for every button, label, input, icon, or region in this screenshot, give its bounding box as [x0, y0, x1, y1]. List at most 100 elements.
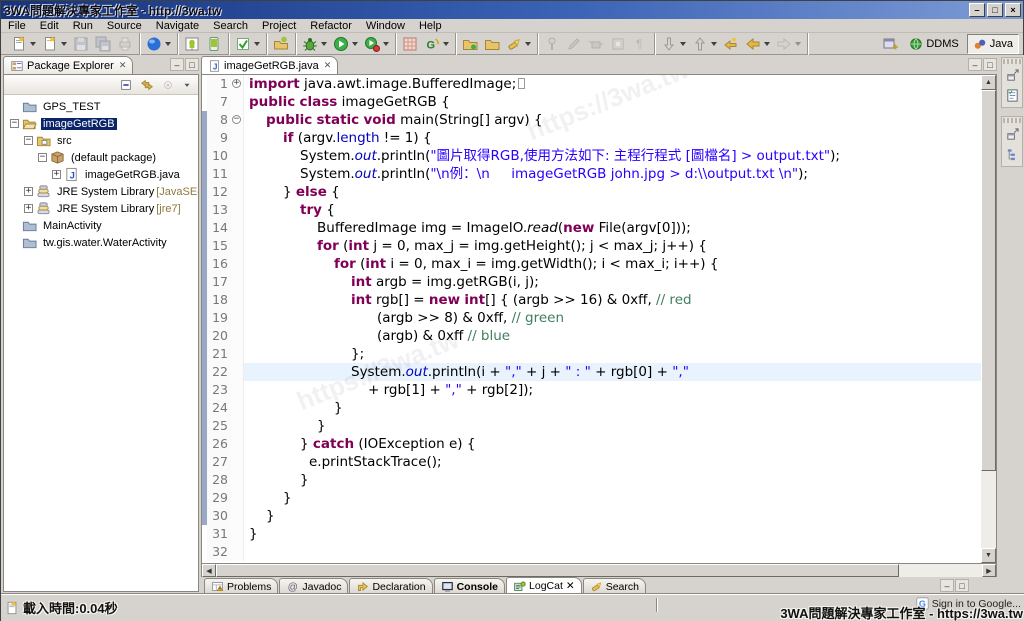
code-line-15[interactable]: 15for (int j = 0, max_j = img.getHeight(… [202, 237, 981, 255]
code-line-13[interactable]: 13try { [202, 201, 981, 219]
bottom-tab-problems[interactable]: Problems [204, 578, 278, 594]
code-line-27[interactable]: 27e.printStackTrace(); [202, 453, 981, 471]
dropdown-caret-icon[interactable] [30, 42, 36, 46]
line-number[interactable]: 21 [207, 345, 231, 363]
run-button[interactable] [330, 34, 361, 54]
code-line-23[interactable]: 23+ rgb[1] + "," + rgb[2]); [202, 381, 981, 399]
dropdown-caret-icon[interactable] [383, 42, 389, 46]
externalize-button[interactable] [585, 34, 607, 54]
mark-occurrences-button[interactable] [563, 34, 585, 54]
dropdown-caret-icon[interactable] [680, 42, 686, 46]
tree-item-gps-test[interactable]: GPS_TEST [4, 98, 198, 115]
open-perspective-button[interactable] [879, 34, 901, 54]
show-whitespace-button[interactable]: ¶ [629, 34, 651, 54]
new-android-project-button[interactable] [270, 34, 292, 54]
perspective-java[interactable]: Java [967, 34, 1019, 54]
line-number[interactable]: 16 [207, 255, 231, 273]
line-number[interactable]: 8 [207, 111, 231, 129]
back-button[interactable] [742, 34, 773, 54]
minimize-bottom-button[interactable]: – [940, 579, 954, 592]
code-line-18[interactable]: 18int rgb[] = new int[] { (argb >> 16) &… [202, 291, 981, 309]
menu-edit[interactable]: Edit [33, 19, 66, 33]
prev-annotation-button[interactable] [689, 34, 720, 54]
save-all-button[interactable] [92, 34, 114, 54]
dropdown-caret-icon[interactable] [525, 42, 531, 46]
vertical-scrollbar[interactable]: ▲ ▼ [981, 75, 996, 563]
scroll-up-icon[interactable]: ▲ [981, 75, 996, 90]
menu-navigate[interactable]: Navigate [149, 19, 206, 33]
tree-item-default-package[interactable]: −(default package) [4, 149, 198, 166]
code-line-29[interactable]: 29} [202, 489, 981, 507]
close-view-icon[interactable]: ✕ [566, 580, 575, 592]
rail-handle[interactable] [1003, 59, 1021, 64]
code-line-17[interactable]: 17int argb = img.getRGB(i, j); [202, 273, 981, 291]
perspective-ddms[interactable]: DDMS [903, 34, 964, 54]
bottom-tab-console[interactable]: Console [434, 578, 505, 594]
line-number[interactable]: 23 [207, 381, 231, 399]
maximize-bottom-button[interactable]: □ [955, 579, 969, 592]
dropdown-caret-icon[interactable] [352, 42, 358, 46]
maximize-view-button[interactable]: □ [185, 58, 199, 71]
code-line-8[interactable]: 8−public static void main(String[] argv)… [202, 111, 981, 129]
line-number[interactable]: 7 [207, 93, 231, 111]
line-number[interactable]: 30 [207, 507, 231, 525]
tree-item-jre-system-library-javase-1-7[interactable]: +JRE System Library [JavaSE-1.7] [4, 183, 198, 200]
line-number[interactable]: 12 [207, 183, 231, 201]
dropdown-caret-icon[interactable] [764, 42, 770, 46]
outline-icon[interactable] [1003, 145, 1022, 164]
line-number[interactable]: 9 [207, 129, 231, 147]
line-number[interactable]: 17 [207, 273, 231, 291]
code-line-10[interactable]: 10System.out.println("圖片取得RGB,使用方法如下: 主程… [202, 147, 981, 165]
menu-search[interactable]: Search [206, 19, 255, 33]
fold-collapse-icon[interactable]: − [232, 115, 241, 124]
line-number[interactable]: 26 [207, 435, 231, 453]
open-type-button[interactable] [459, 34, 481, 54]
code-line-19[interactable]: 19(argb >> 8) & 0xff, // green [202, 309, 981, 327]
minimize-editor-button[interactable]: – [968, 58, 982, 71]
vscroll-thumb[interactable] [981, 90, 996, 471]
dropdown-caret-icon[interactable] [61, 42, 67, 46]
line-number[interactable]: 15 [207, 237, 231, 255]
forward-button[interactable] [773, 34, 804, 54]
line-number[interactable]: 14 [207, 219, 231, 237]
verify-button[interactable] [232, 34, 263, 54]
tree-item-mainactivity[interactable]: MainActivity [4, 217, 198, 234]
menu-file[interactable]: File [1, 19, 33, 33]
code-line-26[interactable]: 26} catch (IOException e) { [202, 435, 981, 453]
sync-button[interactable]: G [421, 34, 452, 54]
dropdown-caret-icon[interactable] [443, 42, 449, 46]
rail-handle[interactable] [1003, 118, 1021, 123]
line-number[interactable]: 32 [207, 543, 231, 561]
maximize-editor-button[interactable]: □ [983, 58, 997, 71]
view-menu-icon[interactable] [180, 78, 194, 92]
dropdown-caret-icon[interactable] [165, 42, 171, 46]
close-view-icon[interactable]: ✕ [119, 60, 127, 71]
code-line-7[interactable]: 7public class imageGetRGB { [202, 93, 981, 111]
collapse-icon[interactable]: − [10, 119, 19, 128]
line-number[interactable]: 27 [207, 453, 231, 471]
search-button[interactable] [503, 34, 534, 54]
tab-package-explorer[interactable]: Package Explorer ✕ [3, 56, 133, 74]
menu-refactor[interactable]: Refactor [303, 19, 359, 33]
tree-item-imagegetrgb-java[interactable]: +JimageGetRGB.java [4, 166, 198, 183]
dropdown-caret-icon[interactable] [321, 42, 327, 46]
code-line-31[interactable]: 31} [202, 525, 981, 543]
line-number[interactable]: 29 [207, 489, 231, 507]
focus-button[interactable] [159, 76, 177, 94]
pin-editor-button[interactable] [541, 34, 563, 54]
code-line-20[interactable]: 20(argb) & 0xff // blue [202, 327, 981, 345]
last-edit-button[interactable] [720, 34, 742, 54]
line-number[interactable]: 13 [207, 201, 231, 219]
line-number[interactable]: 18 [207, 291, 231, 309]
task-list-icon[interactable] [1003, 86, 1022, 105]
sdk-manager-button[interactable] [181, 34, 203, 54]
code-line-12[interactable]: 12} else { [202, 183, 981, 201]
code-line-11[interactable]: 11System.out.println("\n例：\n imageGetRGB… [202, 165, 981, 183]
menu-source[interactable]: Source [100, 19, 149, 33]
code-line-16[interactable]: 16for (int i = 0, max_i = img.getWidth()… [202, 255, 981, 273]
close-button[interactable]: × [1005, 3, 1021, 17]
collapse-icon[interactable]: − [24, 136, 33, 145]
debug-button[interactable] [299, 34, 330, 54]
code-line-24[interactable]: 24} [202, 399, 981, 417]
line-number[interactable]: 10 [207, 147, 231, 165]
